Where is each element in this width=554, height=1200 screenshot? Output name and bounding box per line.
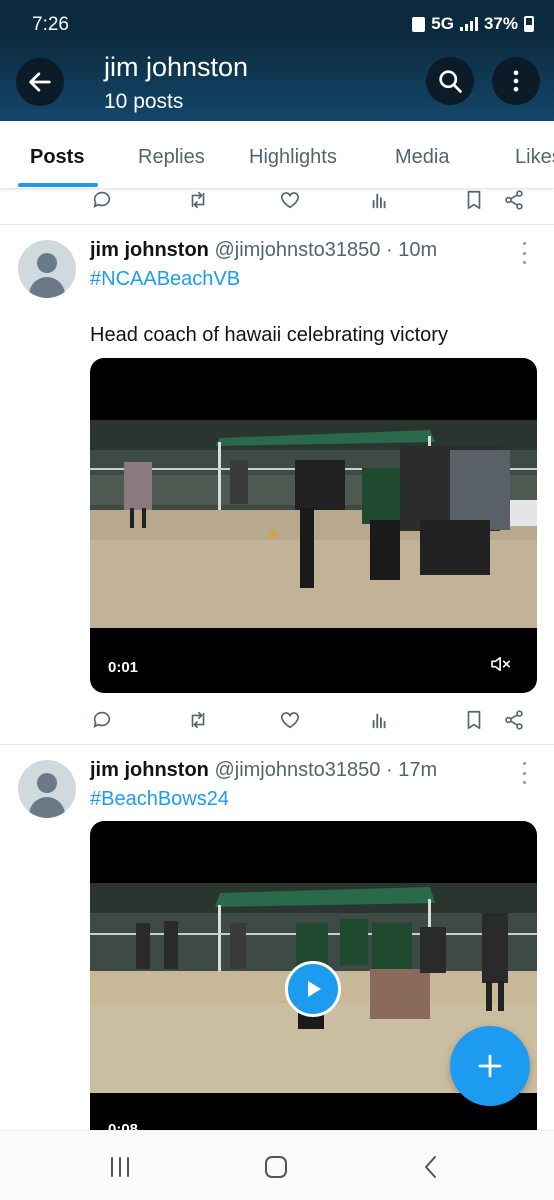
recent-apps-icon[interactable] (105, 1153, 135, 1181)
tab-media[interactable]: Media (395, 146, 449, 169)
network-label: 5G (431, 14, 454, 33)
profile-header: jim johnston 10 posts (0, 40, 554, 121)
action-row (90, 188, 536, 218)
author-name[interactable]: jim johnston (90, 239, 209, 261)
post-divider (0, 224, 554, 225)
hashtag-link[interactable]: #NCAABeachVB (90, 268, 240, 291)
retweet-icon[interactable] (186, 708, 210, 732)
battery-percent: 37% (483, 14, 518, 33)
sim-icon (412, 16, 426, 32)
share-icon[interactable] (502, 708, 526, 732)
tab-highlights[interactable]: Highlights (249, 146, 337, 169)
video-timestamp: 0:01 (108, 659, 139, 676)
profile-tabs: Posts Replies Highlights Media Likes (0, 121, 554, 189)
battery-icon (524, 16, 534, 32)
video-timestamp: 0:08 (108, 1121, 139, 1130)
post-header: jim johnston @jimjohnsto31850 · 10m (90, 239, 437, 262)
post-more-icon[interactable] (518, 762, 530, 784)
heart-icon[interactable] (278, 188, 302, 212)
plus-icon (478, 1054, 502, 1078)
author-handle: @jimjohnsto31850 (214, 759, 381, 781)
arrow-left-icon (29, 72, 51, 92)
post-time: · 10m (385, 239, 438, 261)
tab-likes[interactable]: Likes (515, 146, 554, 169)
back-nav-icon[interactable] (416, 1153, 446, 1181)
reply-icon[interactable] (90, 708, 114, 732)
author-name[interactable]: jim johnston (90, 759, 209, 781)
avatar[interactable] (18, 240, 76, 298)
bar-chart-icon[interactable] (368, 708, 392, 732)
tab-posts[interactable]: Posts (30, 146, 84, 169)
bar-chart-icon[interactable] (368, 188, 392, 212)
hashtag-link[interactable]: #BeachBows24 (90, 788, 229, 811)
mute-icon[interactable] (490, 655, 512, 673)
search-icon (439, 70, 462, 93)
signal-icon (459, 17, 478, 31)
more-vertical-icon (513, 70, 519, 92)
status-bar: 7:26 5G 37% (0, 0, 554, 40)
video-player[interactable]: 0:01 (90, 358, 537, 693)
post-header: jim johnston @jimjohnsto31850 · 17m (90, 759, 437, 782)
home-icon[interactable] (261, 1153, 291, 1181)
play-icon (308, 981, 321, 997)
post-divider (0, 744, 554, 745)
compose-button[interactable] (450, 1026, 530, 1106)
post-more-icon[interactable] (518, 242, 530, 264)
bookmark-icon[interactable] (462, 708, 486, 732)
play-button[interactable] (285, 961, 341, 1017)
avatar[interactable] (18, 760, 76, 818)
reply-icon[interactable] (90, 188, 114, 212)
author-handle: @jimjohnsto31850 (214, 239, 381, 261)
back-button[interactable] (16, 58, 64, 106)
heart-icon[interactable] (278, 708, 302, 732)
system-nav-bar (0, 1130, 554, 1200)
post-count: 10 posts (104, 90, 184, 113)
retweet-icon[interactable] (186, 188, 210, 212)
tab-replies[interactable]: Replies (138, 146, 205, 169)
more-button[interactable] (492, 57, 540, 105)
post-text: Head coach of hawaii celebrating victory (90, 324, 448, 346)
profile-name: jim johnston (104, 52, 249, 82)
active-tab-indicator (18, 183, 98, 187)
action-row (90, 708, 536, 738)
post-time: · 17m (385, 759, 438, 781)
share-icon[interactable] (502, 188, 526, 212)
search-button[interactable] (426, 57, 474, 105)
video-frame (90, 420, 537, 628)
bookmark-icon[interactable] (462, 188, 486, 212)
status-time: 7:26 (32, 14, 69, 35)
